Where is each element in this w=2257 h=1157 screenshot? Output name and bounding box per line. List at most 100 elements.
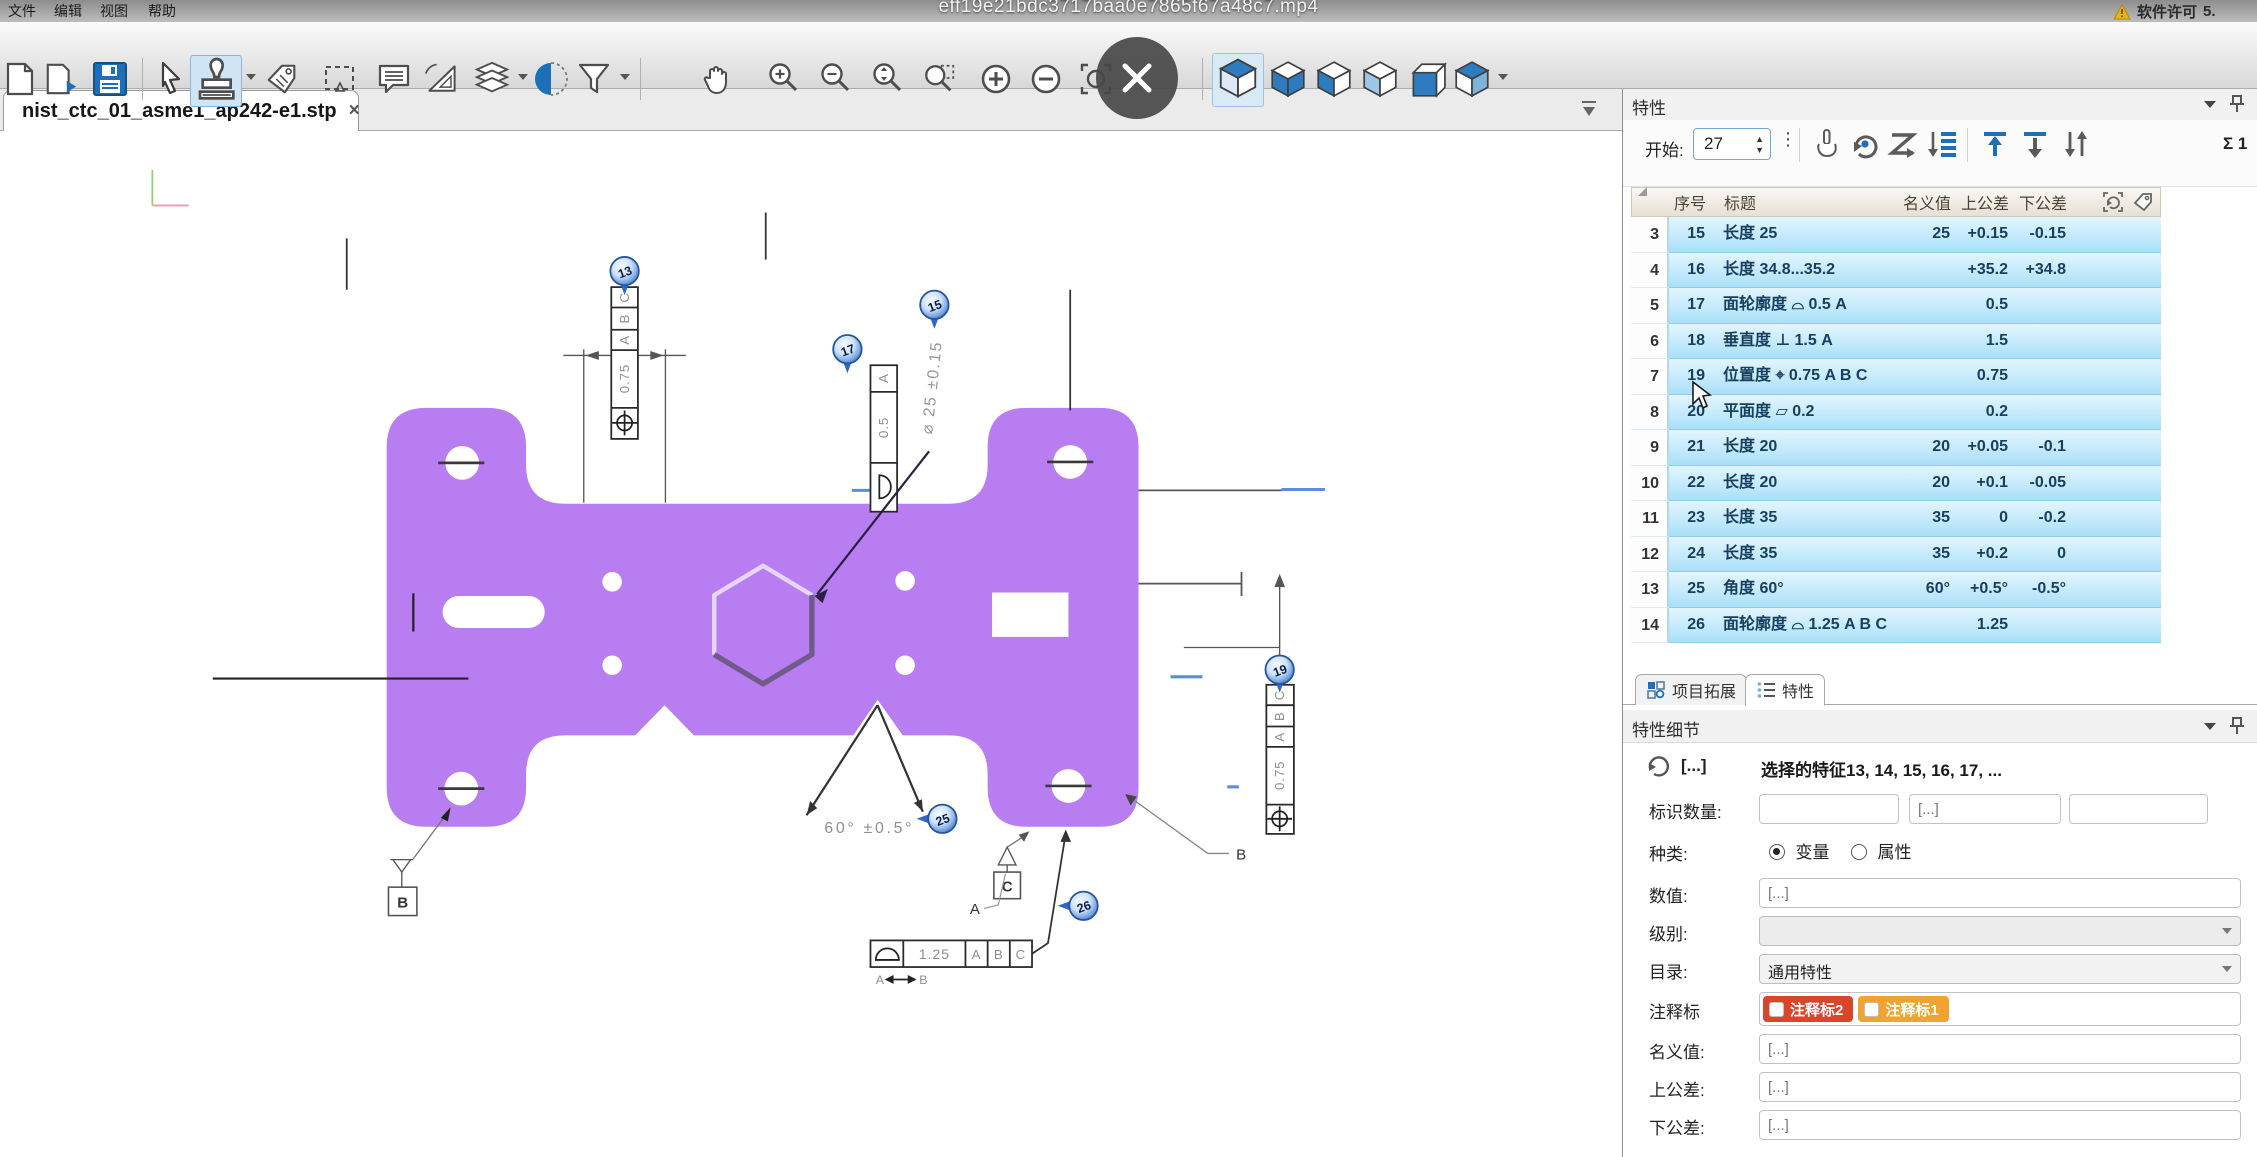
section-button[interactable] bbox=[534, 61, 570, 97]
pan-button[interactable] bbox=[700, 61, 736, 97]
license-warning[interactable]: 软件许可 5. bbox=[2113, 1, 2216, 22]
datum-b-right[interactable]: B bbox=[1125, 794, 1246, 864]
row-index[interactable]: 3 bbox=[1631, 217, 1669, 253]
fcf-position-19[interactable]: C B A 0.75 bbox=[1184, 574, 1294, 834]
radio-variable[interactable]: 变量 bbox=[1769, 838, 1829, 863]
increase-button[interactable] bbox=[978, 61, 1014, 97]
radio-attribute[interactable]: 属性 bbox=[1851, 838, 1911, 863]
tag-button[interactable] bbox=[264, 61, 300, 97]
row-index[interactable]: 13 bbox=[1631, 572, 1669, 608]
zoom-region-button[interactable] bbox=[922, 61, 958, 97]
id-count-input-2[interactable] bbox=[1909, 794, 2061, 824]
select-button[interactable] bbox=[152, 61, 188, 97]
view-iso-active[interactable] bbox=[1212, 53, 1264, 107]
table-header[interactable]: 序号 标题 名义值 上公差 下公差 bbox=[1631, 187, 2161, 217]
sort-list-icon[interactable] bbox=[1925, 128, 1959, 160]
swap-vertical-icon[interactable] bbox=[2059, 128, 2093, 160]
row-index[interactable]: 5 bbox=[1631, 288, 1669, 324]
row-index[interactable]: 9 bbox=[1631, 430, 1669, 466]
row-index[interactable]: 12 bbox=[1631, 537, 1669, 573]
open-doc-button[interactable] bbox=[44, 61, 80, 97]
fcf-profile-17[interactable]: A 0.5 bbox=[870, 365, 897, 511]
overlay-close-button[interactable] bbox=[1096, 37, 1178, 119]
spin-down-icon[interactable]: ▼ bbox=[1755, 146, 1764, 154]
nominal-input[interactable] bbox=[1759, 1034, 2241, 1064]
collapse-panel-icon[interactable] bbox=[2204, 101, 2216, 108]
col-nominal[interactable]: 名义值 bbox=[1896, 190, 1951, 214]
id-count-input-3[interactable] bbox=[2069, 794, 2208, 824]
balloon-26[interactable]: 26 bbox=[1058, 892, 1098, 920]
view-bottom-button[interactable] bbox=[1266, 61, 1310, 97]
checkbox[interactable] bbox=[1769, 1002, 1784, 1017]
table-row[interactable]: 1224长度 3535+0.20 bbox=[1631, 537, 2161, 573]
table-row[interactable]: 1325角度 60°60°+0.5°-0.5° bbox=[1631, 572, 2161, 608]
annotation-badge-1[interactable]: 注释标1 bbox=[1858, 996, 1948, 1022]
tab-project-extension[interactable]: 项目拓展 bbox=[1635, 674, 1747, 705]
tab-close-button[interactable]: × bbox=[349, 100, 360, 122]
table-row[interactable]: 315长度 2525+0.15-0.15 bbox=[1631, 217, 2161, 253]
filter-button[interactable] bbox=[576, 61, 612, 97]
stamp-dropdown[interactable] bbox=[246, 74, 256, 80]
refresh-selection-icon[interactable] bbox=[2102, 191, 2124, 213]
table-row[interactable]: 517面轮廓度 ⌓ 0.5 A0.5 bbox=[1631, 288, 2161, 324]
collapse-details-icon[interactable] bbox=[2204, 723, 2216, 730]
balloon-17[interactable]: 17 bbox=[833, 335, 861, 373]
col-title[interactable]: 标题 bbox=[1716, 190, 1896, 214]
comment-button[interactable] bbox=[376, 61, 412, 97]
tab-properties[interactable]: 特性 bbox=[1745, 674, 1825, 706]
annotation-badge-2[interactable]: 注释标2 bbox=[1763, 996, 1853, 1022]
zoom-out-button[interactable] bbox=[818, 61, 854, 97]
filter-dropdown[interactable] bbox=[620, 74, 630, 80]
catalog-select[interactable]: 通用特性 bbox=[1759, 954, 2241, 984]
stamp-tool-active[interactable] bbox=[190, 55, 242, 107]
table-row[interactable]: 1426面轮廓度 ⌓ 1.25 A B C1.25 bbox=[1631, 608, 2161, 644]
fcf-position-13[interactable]: C B A 0.75 bbox=[563, 287, 685, 503]
row-index[interactable]: 8 bbox=[1631, 395, 1669, 431]
pin-icon[interactable] bbox=[2228, 716, 2246, 736]
col-lower[interactable]: 下公差 bbox=[2009, 190, 2067, 214]
view-left-button[interactable] bbox=[1312, 61, 1356, 97]
save-button[interactable] bbox=[92, 61, 128, 97]
id-count-input-1[interactable] bbox=[1759, 794, 1899, 824]
table-row[interactable]: 921长度 2020+0.05-0.1 bbox=[1631, 430, 2161, 466]
new-doc-button[interactable] bbox=[2, 61, 38, 97]
row-index[interactable]: 6 bbox=[1631, 324, 1669, 360]
drawing-canvas[interactable]: C B A 0.75 A 0.5 ⌀ 25 ±0.15 60° ±0.5° bbox=[0, 130, 1622, 1157]
checkbox[interactable] bbox=[1864, 1002, 1879, 1017]
layers-button[interactable] bbox=[474, 61, 510, 97]
table-row[interactable]: 1123长度 35350-0.2 bbox=[1631, 501, 2161, 537]
value-input[interactable] bbox=[1759, 878, 2241, 908]
layers-dropdown[interactable] bbox=[518, 74, 528, 80]
row-index[interactable]: 7 bbox=[1631, 359, 1669, 395]
move-top-icon[interactable] bbox=[1979, 128, 2011, 160]
datum-c[interactable]: C bbox=[994, 831, 1030, 898]
lower-tol-input[interactable] bbox=[1759, 1110, 2241, 1140]
measure-button[interactable] bbox=[424, 61, 460, 97]
panel-collapse-icon[interactable] bbox=[1578, 98, 1600, 120]
marquee-select-button[interactable] bbox=[322, 61, 358, 97]
tag-column-icon[interactable] bbox=[2132, 191, 2154, 213]
move-bottom-icon[interactable] bbox=[2019, 128, 2051, 160]
row-index[interactable]: 4 bbox=[1631, 253, 1669, 289]
zigzag-icon[interactable] bbox=[1887, 128, 1919, 160]
table-row[interactable]: 1022长度 2020+0.1-0.05 bbox=[1631, 466, 2161, 502]
zoom-fit-button[interactable] bbox=[870, 61, 906, 97]
point-select-icon[interactable] bbox=[1811, 128, 1843, 160]
pin-icon[interactable] bbox=[2228, 94, 2246, 114]
view-front-button[interactable] bbox=[1404, 61, 1448, 97]
views-dropdown[interactable] bbox=[1498, 74, 1508, 80]
zoom-in-button[interactable] bbox=[766, 61, 802, 97]
view-right-button[interactable] bbox=[1358, 61, 1402, 97]
refresh-icon[interactable] bbox=[1849, 128, 1881, 160]
table-row[interactable]: 416长度 34.8...35.2+35.2+34.8 bbox=[1631, 253, 2161, 289]
table-row[interactable]: 618垂直度 ⊥ 1.5 A1.5 bbox=[1631, 324, 2161, 360]
row-index[interactable]: 14 bbox=[1631, 608, 1669, 644]
col-seq[interactable]: 序号 bbox=[1670, 190, 1716, 214]
start-spinner[interactable]: 27 ▲ ▼ bbox=[1693, 128, 1771, 160]
spin-up-icon[interactable]: ▲ bbox=[1755, 135, 1764, 143]
view-back-button[interactable] bbox=[1450, 61, 1494, 97]
annotation-field[interactable]: 注释标2 注释标1 bbox=[1759, 992, 2241, 1026]
row-index[interactable]: 10 bbox=[1631, 466, 1669, 502]
upper-tol-input[interactable] bbox=[1759, 1072, 2241, 1102]
part-body[interactable] bbox=[387, 408, 1139, 827]
